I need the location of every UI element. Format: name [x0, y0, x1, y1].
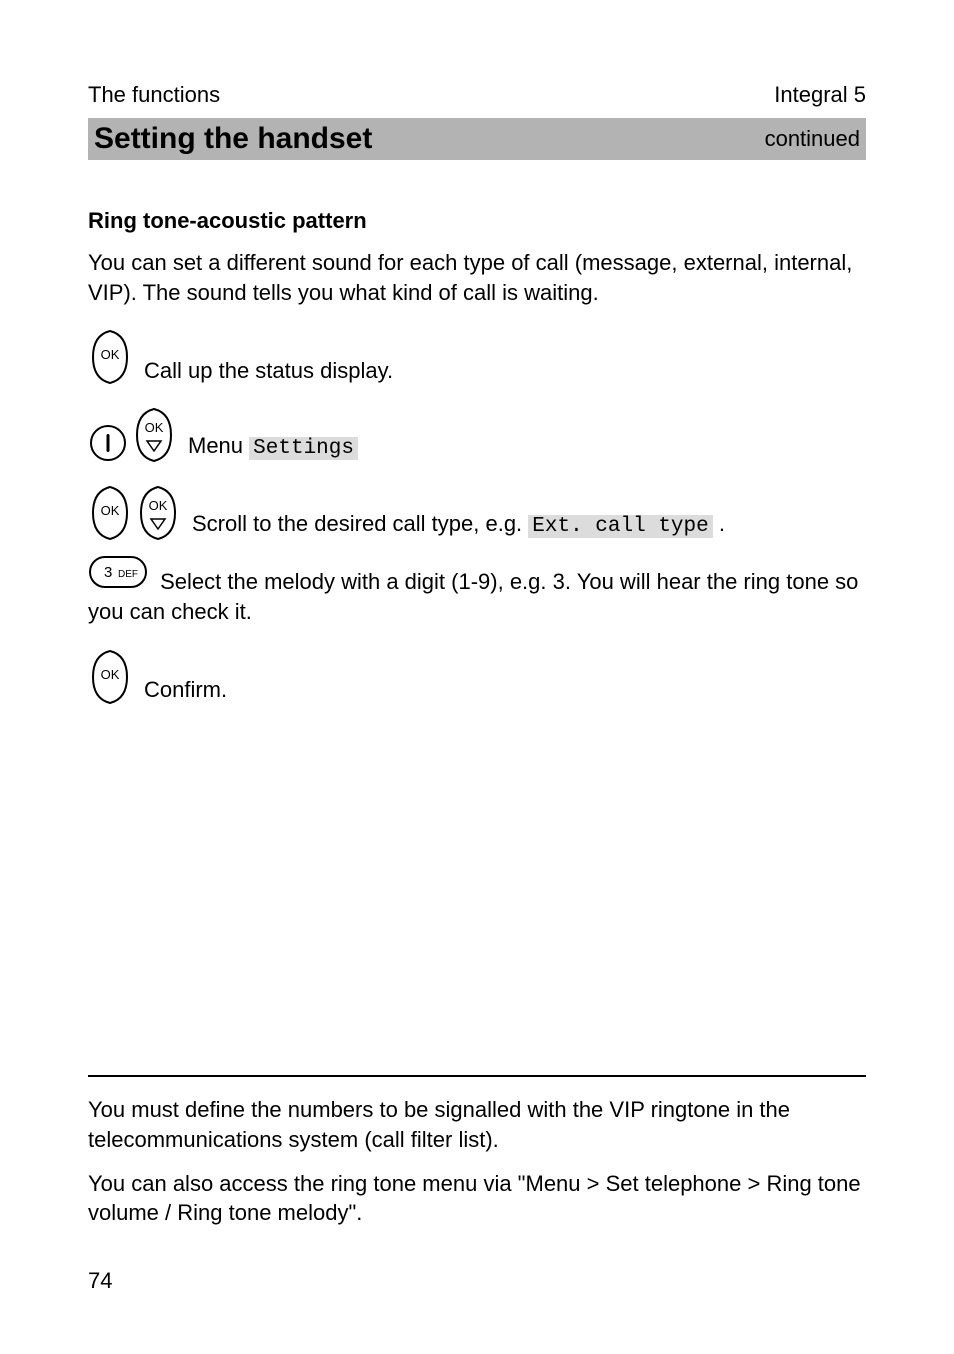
intro-paragraph: You can set a different sound for each t…: [88, 248, 866, 307]
ok-button-icon: OK: [88, 649, 132, 705]
header-right: Integral 5: [774, 82, 866, 108]
step-confirm: OK Confirm.: [88, 649, 866, 705]
menu-settings-chip: Settings: [249, 437, 358, 460]
section-heading: Ring tone-acoustic pattern: [88, 208, 866, 234]
header-left: The functions: [88, 82, 220, 108]
step-text-prefix: Scroll to the desired call type, e.g.: [192, 511, 528, 536]
ok-down-button-icon: OK: [132, 407, 176, 463]
title-continued-label: continued: [632, 118, 866, 160]
ext-call-type-chip: Ext. call type: [528, 515, 712, 538]
page-header: The functions Integral 5: [88, 82, 866, 108]
svg-text:OK: OK: [101, 347, 120, 362]
step-text: Confirm.: [144, 675, 227, 705]
step-text: Select the melody with a digit (1-9), e.…: [88, 569, 858, 624]
svg-text:DEF: DEF: [118, 569, 138, 580]
svg-text:3: 3: [104, 564, 112, 581]
page-number: 74: [88, 1268, 866, 1294]
step-scroll-call-type: OK OK Scroll to the desired call type, e…: [88, 485, 866, 541]
ok-button-icon: OK: [88, 485, 132, 541]
step-select-melody: 3 DEF Select the melody with a digit (1-…: [88, 555, 866, 626]
step-call-up-status: OK Call up the status display.: [88, 329, 866, 385]
title-bar: Setting the handset continued: [88, 118, 866, 160]
svg-text:OK: OK: [149, 498, 168, 513]
step-text: Call up the status display.: [144, 356, 393, 386]
ok-button-icon: OK: [88, 329, 132, 385]
ok-down-button-icon: OK: [136, 485, 180, 541]
svg-text:OK: OK: [145, 420, 164, 435]
page-title: Setting the handset: [88, 118, 632, 160]
footer-note-1: You must define the numbers to be signal…: [88, 1095, 866, 1154]
digit-3-key-icon: 3 DEF: [88, 555, 148, 597]
step-text-suffix: .: [719, 511, 725, 536]
horizontal-rule: [88, 1075, 866, 1077]
svg-text:OK: OK: [101, 667, 120, 682]
svg-text:OK: OK: [101, 503, 120, 518]
footer-note-2: You can also access the ring tone menu v…: [88, 1169, 866, 1228]
step-menu-settings: OK Menu Settings: [88, 407, 866, 463]
step-text-prefix: Menu: [188, 433, 249, 458]
circle-i-icon: [88, 423, 128, 463]
